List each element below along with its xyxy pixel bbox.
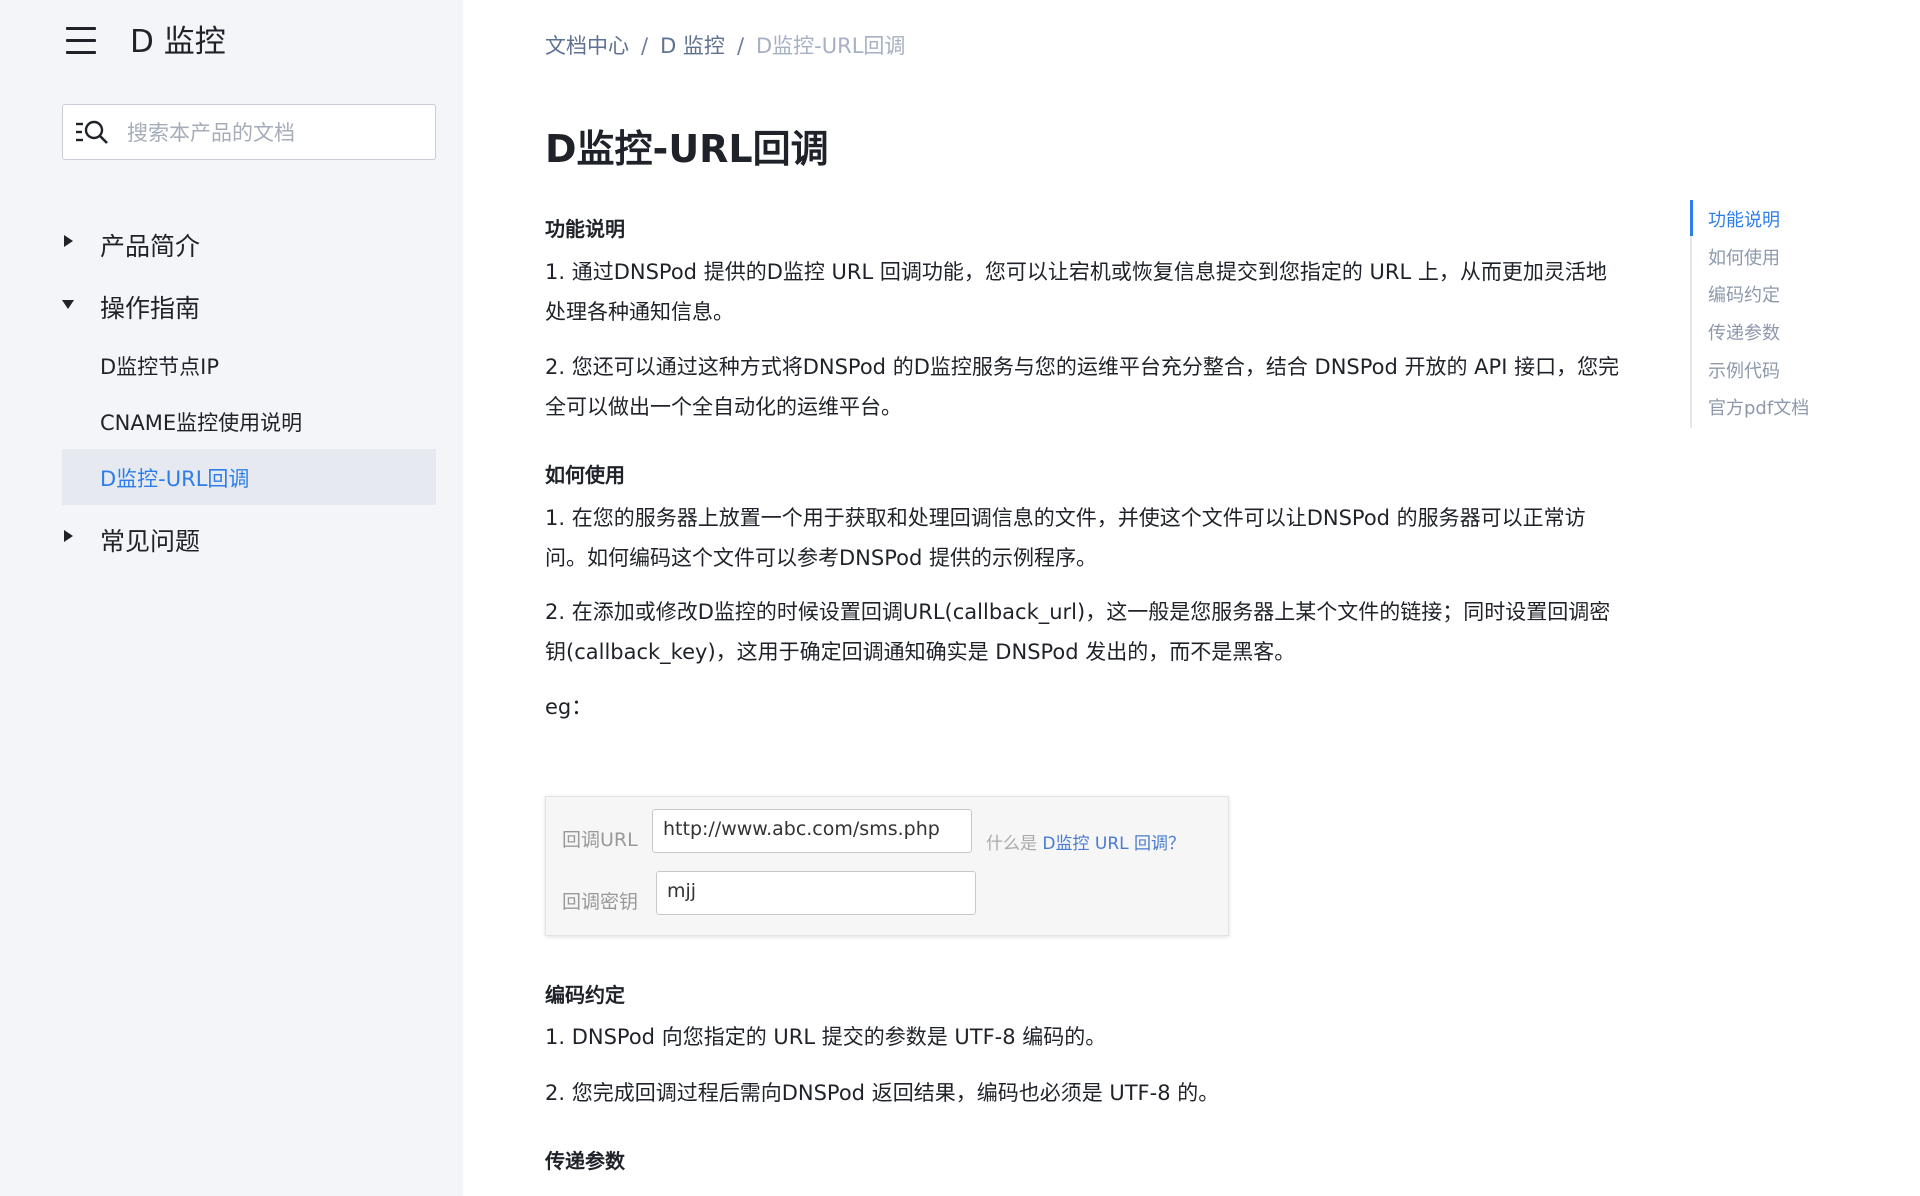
search-box[interactable] — [62, 104, 436, 161]
breadcrumb-link-doc-center[interactable]: 文档中心 — [545, 34, 629, 58]
search-input[interactable] — [125, 105, 429, 161]
caret-down-icon — [62, 300, 74, 309]
toc-item-function[interactable]: 功能说明 — [1708, 206, 1780, 232]
sidebar-item-faq[interactable]: 常见问题 — [62, 522, 436, 558]
breadcrumb-current: D监控-URL回调 — [756, 34, 906, 58]
toc-item-sample-code[interactable]: 示例代码 — [1708, 357, 1780, 383]
caret-right-icon — [64, 530, 73, 542]
sidebar-subitem-node-ip[interactable]: D监控节点IP — [62, 337, 436, 393]
search-list-icon — [76, 120, 108, 144]
paragraph: 1. 在您的服务器上放置一个用于获取和处理回调信息的文件，并使这个文件可以让DN… — [545, 498, 1655, 578]
callback-url-label: 回调URL — [562, 829, 638, 851]
paragraph: 2. 您完成回调过程后需向DNSPod 返回结果，编码也必须是 UTF-8 的。 — [545, 1081, 1220, 1105]
sidebar-item-operation-guide[interactable]: 操作指南 — [62, 289, 436, 325]
paragraph-line: 1. 在您的服务器上放置一个用于获取和处理回调信息的文件，并使这个文件可以让DN… — [545, 506, 1586, 530]
callback-settings-example: 回调URL http://www.abc.com/sms.php 什么是 D监控… — [545, 796, 1229, 936]
paragraph-line: 处理各种通知信息。 — [545, 300, 734, 324]
paragraph-line: 问。如何编码这个文件可以参考DNSPod 提供的示例程序。 — [545, 546, 1097, 570]
breadcrumb-link-d-monitor[interactable]: D 监控 — [660, 34, 725, 58]
callback-url-field: http://www.abc.com/sms.php — [652, 809, 972, 853]
paragraph-line: 钥(callback_key)，这用于确定回调通知确实是 DNSPod 发出的，… — [545, 640, 1296, 664]
paragraph: 1. DNSPod 向您指定的 URL 提交的参数是 UTF-8 编码的。 — [545, 1025, 1107, 1049]
callback-help: 什么是 D监控 URL 回调？ — [986, 829, 1185, 854]
section-heading-how-to-use: 如何使用 — [545, 463, 625, 487]
page-title: D监控-URL回调 — [545, 127, 829, 171]
section-heading-encoding: 编码约定 — [545, 983, 625, 1007]
section-heading-function: 功能说明 — [545, 217, 625, 241]
callback-help-link[interactable]: D监控 URL 回调？ — [1042, 834, 1185, 854]
section-heading-params: 传递参数 — [545, 1149, 625, 1173]
toc-item-official-pdf[interactable]: 官方pdf文档 — [1708, 394, 1809, 420]
sidebar-item-label: 操作指南 — [100, 294, 201, 323]
sidebar-subitem-label: D监控-URL回调 — [100, 467, 250, 491]
sidebar-item-label: 常见问题 — [100, 527, 201, 556]
paragraph-line: 2. 在添加或修改D监控的时候设置回调URL(callback_url)，这一般… — [545, 600, 1611, 624]
paragraph: 1. 通过DNSPod 提供的D监控 URL 回调功能，您可以让宕机或恢复信息提… — [545, 252, 1655, 332]
sidebar: D 监控 产品简介 操作指南 D监控节点IP CNAME监控使用说明 D监控-U… — [0, 0, 463, 1196]
sidebar-subitem-url-callback[interactable]: D监控-URL回调 — [62, 449, 436, 505]
paragraph: 2. 您还可以通过这种方式将DNSPod 的D监控服务与您的运维平台充分整合，结… — [545, 347, 1655, 427]
paragraph-eg: eg： — [545, 695, 593, 719]
callback-key-field: mjj — [656, 871, 976, 915]
caret-right-icon — [64, 235, 73, 247]
callback-help-prefix: 什么是 — [986, 834, 1037, 854]
toc-item-encoding[interactable]: 编码约定 — [1708, 281, 1780, 307]
sidebar-item-label: 产品简介 — [100, 232, 201, 261]
paragraph: 2. 在添加或修改D监控的时候设置回调URL(callback_url)，这一般… — [545, 592, 1655, 672]
hamburger-menu-icon[interactable] — [66, 27, 96, 55]
paragraph-line: 全可以做出一个全自动化的运维平台。 — [545, 395, 902, 419]
toc-item-params[interactable]: 传递参数 — [1708, 319, 1780, 345]
product-title: D 监控 — [130, 24, 226, 60]
paragraph-line: 2. 您还可以通过这种方式将DNSPod 的D监控服务与您的运维平台充分整合，结… — [545, 355, 1620, 379]
sidebar-subitem-label: CNAME监控使用说明 — [100, 411, 303, 435]
sidebar-subitem-cname[interactable]: CNAME监控使用说明 — [62, 393, 436, 449]
paragraph-line: 1. 通过DNSPod 提供的D监控 URL 回调功能，您可以让宕机或恢复信息提… — [545, 260, 1607, 284]
breadcrumb-separator: / — [736, 34, 745, 58]
sidebar-subitem-label: D监控节点IP — [100, 355, 220, 379]
toc-item-how-to-use[interactable]: 如何使用 — [1708, 244, 1780, 270]
callback-key-label: 回调密钥 — [562, 891, 639, 913]
toc-active-indicator — [1690, 200, 1693, 236]
breadcrumb: 文档中心 / D 监控 / D监控-URL回调 — [545, 30, 905, 60]
table-of-contents: 功能说明 如何使用 编码约定 传递参数 示例代码 官方pdf文档 — [1690, 200, 1842, 428]
breadcrumb-separator: / — [641, 34, 649, 58]
sidebar-item-product-intro[interactable]: 产品简介 — [62, 227, 436, 263]
